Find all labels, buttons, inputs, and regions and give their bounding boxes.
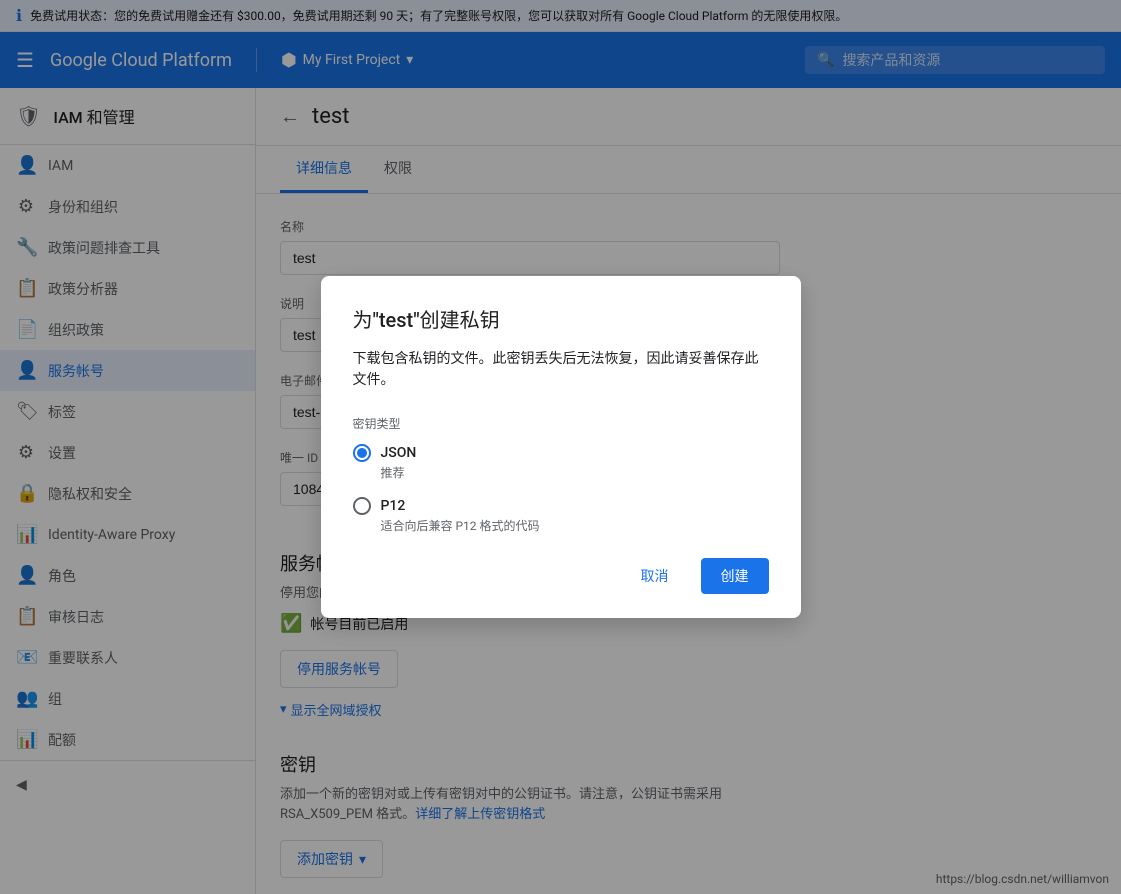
dialog-overlay: 为"test"创建私钥 下载包含私钥的文件。此密钥丢失后无法恢复，因此请妥善保存… (0, 0, 1121, 894)
dialog-create-button[interactable]: 创建 (701, 558, 769, 594)
dialog-cancel-button[interactable]: 取消 (621, 558, 689, 594)
key-type-label: 密钥类型 (353, 415, 769, 432)
radio-p12-button[interactable] (353, 497, 371, 515)
radio-option-json: JSON 推荐 (353, 444, 769, 481)
dialog-desc: 下载包含私钥的文件。此密钥丢失后无法恢复，因此请妥善保存此文件。 (353, 349, 769, 391)
radio-p12-label: P12 (381, 498, 406, 514)
radio-option-p12: P12 适合向后兼容 P12 格式的代码 (353, 497, 769, 534)
radio-p12-row[interactable]: P12 (353, 497, 769, 515)
radio-json-row[interactable]: JSON (353, 444, 769, 462)
radio-json-label: JSON (381, 445, 417, 461)
dialog-actions: 取消 创建 (353, 558, 769, 594)
radio-json-button[interactable] (353, 444, 371, 462)
radio-json-sublabel: 推荐 (381, 464, 769, 481)
dialog-title: 为"test"创建私钥 (353, 304, 769, 333)
radio-p12-sublabel: 适合向后兼容 P12 格式的代码 (381, 517, 769, 534)
create-private-key-dialog: 为"test"创建私钥 下载包含私钥的文件。此密钥丢失后无法恢复，因此请妥善保存… (321, 276, 801, 618)
